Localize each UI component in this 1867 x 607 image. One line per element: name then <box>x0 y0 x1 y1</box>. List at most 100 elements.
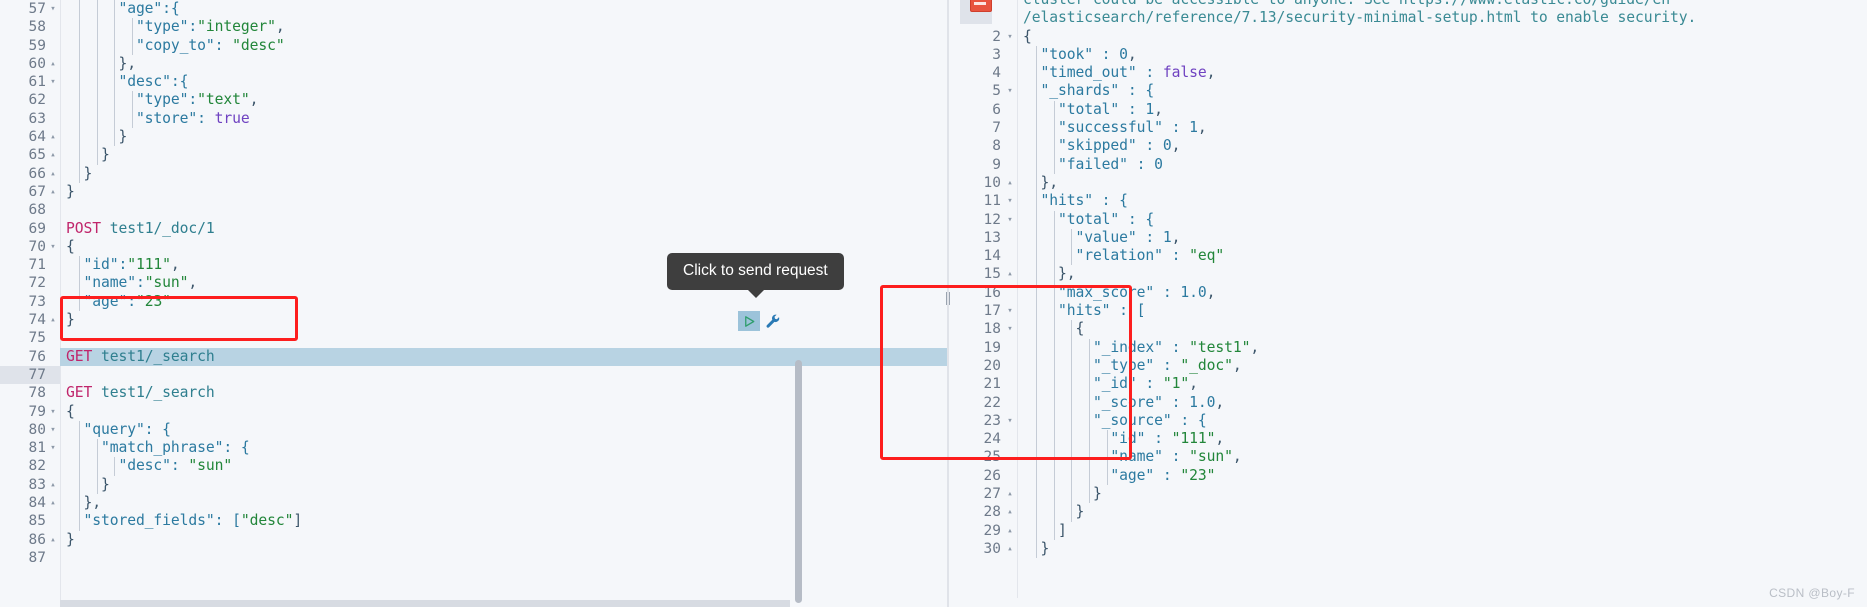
request-line-actions[interactable] <box>738 311 784 331</box>
gutter-line-64[interactable]: 64 ▴ <box>0 128 60 146</box>
gutter-line-19[interactable]: 19 <box>947 339 1017 357</box>
code-fold-toggle-icon[interactable]: ▴ <box>1005 174 1015 192</box>
code-line[interactable]: "name" : "sun", <box>1017 448 1867 467</box>
code-fold-toggle-icon[interactable]: ▾ <box>48 238 58 256</box>
gutter-line-81[interactable]: 81 ▾ <box>0 439 60 457</box>
gutter-line-17[interactable]: 17 ▾ <box>947 302 1017 320</box>
gutter-line-25[interactable]: 25 <box>947 448 1017 466</box>
code-line[interactable]: "total" : { <box>1017 210 1867 229</box>
code-fold-toggle-icon[interactable]: ▾ <box>1005 82 1015 100</box>
gutter-line-6[interactable]: 6 <box>947 101 1017 119</box>
code-line[interactable]: "took" : 0, <box>1017 45 1867 65</box>
code-fold-toggle-icon[interactable]: ▴ <box>48 128 58 146</box>
code-line[interactable]: } <box>1017 503 1867 522</box>
gutter-line-21[interactable]: 21 <box>947 375 1017 393</box>
code-line[interactable]: } <box>60 128 947 147</box>
gutter-line-13[interactable]: 13 <box>947 229 1017 247</box>
code-line[interactable]: { <box>1017 320 1867 339</box>
request-horizontal-scrollbar[interactable] <box>60 600 790 607</box>
code-line[interactable] <box>60 201 947 219</box>
code-line[interactable]: "copy_to": "desc" <box>60 36 947 55</box>
code-line[interactable]: "id" : "111", <box>1017 430 1867 449</box>
code-line[interactable]: "_shards" : { <box>1017 82 1867 101</box>
code-fold-toggle-icon[interactable]: ▾ <box>48 421 58 439</box>
gutter-line-9[interactable]: 9 <box>947 156 1017 174</box>
gutter-line-83[interactable]: 83 ▴ <box>0 476 60 494</box>
code-line[interactable]: ] <box>1017 521 1867 540</box>
code-fold-toggle-icon[interactable]: ▴ <box>48 165 58 183</box>
gutter-line-69[interactable]: 69 <box>0 220 60 238</box>
code-line[interactable]: "_source" : { <box>1017 411 1867 431</box>
code-line[interactable]: } <box>60 146 947 165</box>
gutter-line-11[interactable]: 11 ▾ <box>947 192 1017 210</box>
code-line[interactable]: "query": { <box>60 420 947 440</box>
gutter-line-58[interactable]: 58 <box>0 18 60 36</box>
response-code-area[interactable]: cluster could be accessible to anyone. S… <box>1017 0 1867 598</box>
code-line[interactable]: "desc":{ <box>60 73 947 92</box>
gutter-line-18[interactable]: 18 ▾ <box>947 320 1017 338</box>
gutter-line-8[interactable]: 8 <box>947 137 1017 155</box>
code-fold-toggle-icon[interactable]: ▾ <box>1005 412 1015 430</box>
code-line[interactable]: "successful" : 1, <box>1017 119 1867 138</box>
gutter-line-3[interactable]: 3 <box>947 46 1017 64</box>
code-fold-toggle-icon[interactable]: ▴ <box>1005 540 1015 558</box>
code-line[interactable] <box>60 366 947 384</box>
code-line[interactable]: "value" : 1, <box>1017 228 1867 248</box>
gutter-line-14[interactable]: 14 <box>947 247 1017 265</box>
code-line[interactable]: { <box>60 403 947 421</box>
code-line[interactable]: "stored_fields": ["desc"] <box>60 512 947 531</box>
panel-divider-handle[interactable] <box>944 290 952 306</box>
code-fold-toggle-icon[interactable]: ▴ <box>48 476 58 494</box>
gutter-line-85[interactable]: 85 <box>0 512 60 530</box>
code-line[interactable]: "total" : 1, <box>1017 100 1867 120</box>
gutter-line-27[interactable]: 27 ▴ <box>947 485 1017 503</box>
code-line[interactable]: }, <box>60 54 947 74</box>
code-line[interactable]: } <box>1017 485 1867 504</box>
code-fold-toggle-icon[interactable]: ▾ <box>1005 211 1015 229</box>
gutter-line-62[interactable]: 62 <box>0 91 60 109</box>
code-line[interactable]: GET test1/_search <box>60 384 947 402</box>
code-line[interactable]: } <box>60 475 947 495</box>
code-line[interactable]: "timed_out" : false, <box>1017 64 1867 83</box>
gutter-line-78[interactable]: 78 <box>0 384 60 402</box>
gutter-line-12[interactable]: 12 ▾ <box>947 211 1017 229</box>
response-editor-panel[interactable]: 2 ▾ 3 4 5 ▾ 6 7 8 9 10 ▴ 11 ▾ 12 ▾ 13 14 15 ▴ 16 17 ▾ 18 ▾ 19 20 21… <box>947 0 1867 607</box>
code-line[interactable]: } <box>60 183 947 201</box>
gutter-line-71[interactable]: 71 <box>0 256 60 274</box>
gutter-line-30[interactable]: 30 ▴ <box>947 540 1017 558</box>
gutter-line-67[interactable]: 67 ▴ <box>0 183 60 201</box>
gutter-line-26[interactable]: 26 <box>947 467 1017 485</box>
gutter-line-82[interactable]: 82 <box>0 457 60 475</box>
code-line[interactable]: }, <box>60 494 947 513</box>
code-line[interactable]: "hits" : { <box>1017 192 1867 211</box>
gutter-line-57[interactable]: 57 ▾ <box>0 0 60 18</box>
gutter-line-28[interactable]: 28 ▴ <box>947 503 1017 521</box>
gutter-line-16[interactable]: 16 <box>947 284 1017 302</box>
request-code-area[interactable]: "age":{ "type":"integer", "copy_to": "de… <box>60 0 947 607</box>
code-line[interactable] <box>60 549 947 567</box>
code-line[interactable]: "_type" : "_doc", <box>1017 356 1867 376</box>
gutter-line-65[interactable]: 65 ▴ <box>0 146 60 164</box>
request-vertical-scrollbar[interactable] <box>795 360 802 603</box>
code-line[interactable]: "age" : "23" <box>1017 466 1867 486</box>
code-fold-toggle-icon[interactable]: ▴ <box>1005 503 1015 521</box>
gutter-line-20[interactable]: 20 <box>947 357 1017 375</box>
code-fold-toggle-icon[interactable]: ▴ <box>48 146 58 164</box>
gutter-line-70[interactable]: 70 ▾ <box>0 238 60 256</box>
open-documentation-wrench-icon[interactable] <box>762 311 784 331</box>
gutter-line-60[interactable]: 60 ▴ <box>0 55 60 73</box>
code-line[interactable]: "max_score" : 1.0, <box>1017 283 1867 303</box>
code-fold-toggle-icon[interactable]: ▴ <box>48 311 58 329</box>
gutter-line-66[interactable]: 66 ▴ <box>0 165 60 183</box>
code-line[interactable]: } <box>60 164 947 183</box>
code-line[interactable]: cluster could be accessible to anyone. S… <box>1017 0 1867 9</box>
code-line[interactable]: "age":{ <box>60 0 947 19</box>
code-fold-toggle-icon[interactable]: ▾ <box>48 0 58 18</box>
code-fold-toggle-icon[interactable]: ▴ <box>48 55 58 73</box>
gutter-line-87[interactable]: 87 <box>0 549 60 567</box>
code-fold-toggle-icon[interactable]: ▾ <box>48 403 58 421</box>
code-line[interactable]: }, <box>1017 173 1867 193</box>
code-line[interactable]: /elasticsearch/reference/7.13/security-m… <box>1017 9 1867 27</box>
code-fold-toggle-icon[interactable]: ▴ <box>48 183 58 201</box>
gutter-line-22[interactable]: 22 <box>947 394 1017 412</box>
